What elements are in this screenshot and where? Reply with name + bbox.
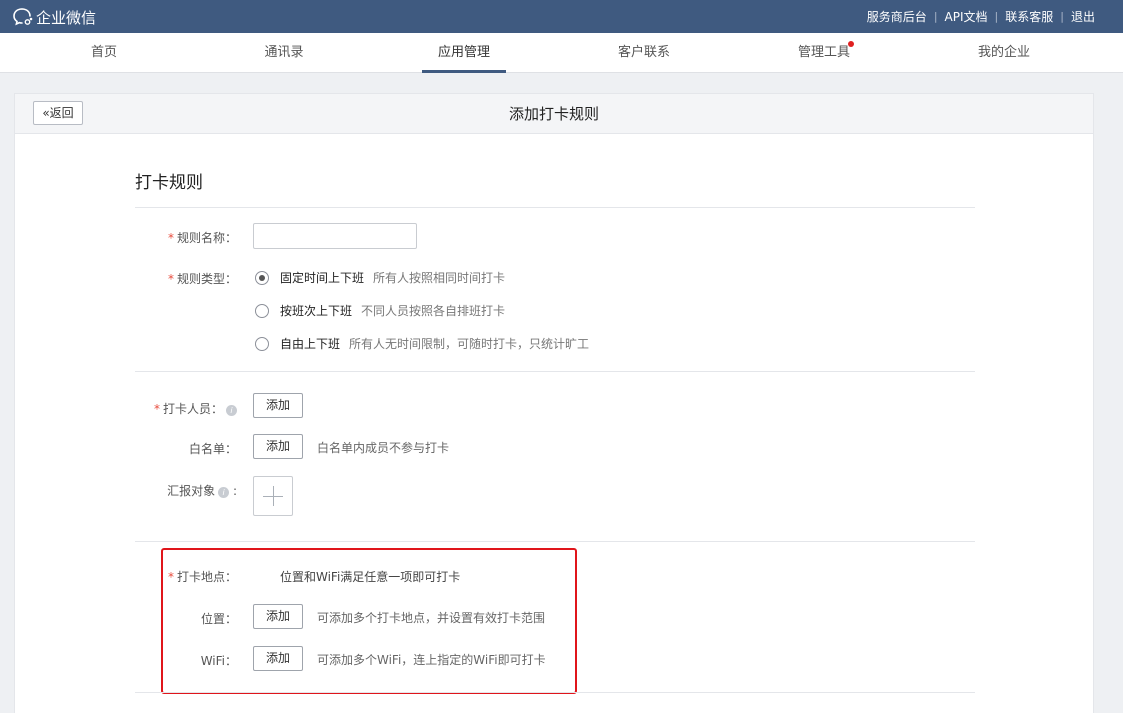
link-contact-support[interactable]: 联系客服 (1005, 8, 1053, 25)
nav-home[interactable]: 首页 (59, 33, 149, 73)
top-links: 服务商后台 | API文档 | 联系客服 | 退出 (866, 8, 1095, 25)
nav-customer-contact[interactable]: 客户联系 (599, 33, 689, 73)
whitelist-label: 白名单： (188, 442, 237, 456)
add-rule-card: «返回 添加打卡规则 打卡规则 * 规则名称： * 规则类型： 固定时间上下班 所有… (14, 93, 1094, 713)
wecom-logo-icon (13, 8, 33, 26)
radio-button[interactable] (255, 303, 269, 318)
whitelist-hint: 白名单内成员不参与打卡 (317, 441, 450, 455)
radio-fixed-time[interactable]: 固定时间上下班 所有人按照相同时间打卡 (255, 269, 505, 286)
top-bar: 企业微信 服务商后台 | API文档 | 联系客服 | 退出 (0, 0, 1123, 33)
add-report-to-button[interactable] (253, 476, 293, 516)
divider (135, 371, 975, 372)
radio-button[interactable] (255, 270, 269, 285)
radio-free-time[interactable]: 自由上下班 所有人无时间限制，可随时打卡，只统计旷工 (255, 335, 589, 352)
link-logout[interactable]: 退出 (1071, 8, 1095, 25)
rule-name-input[interactable] (253, 223, 417, 249)
highlight-box (161, 548, 577, 694)
rule-type-label: * 规则类型： (167, 272, 237, 286)
nav-management-tools-label: 管理工具 (797, 45, 850, 60)
info-icon[interactable]: i (218, 487, 230, 498)
divider (135, 541, 975, 542)
add-members-button[interactable]: 添加 (253, 393, 303, 418)
members-label: * 打卡人员： i (135, 400, 237, 417)
divider (135, 692, 975, 693)
link-vendor-console[interactable]: 服务商后台 (867, 8, 927, 25)
main-nav: 首页 通讯录 应用管理 客户联系 管理工具 我的企业 (0, 33, 1123, 73)
add-whitelist-button[interactable]: 添加 (253, 434, 303, 459)
radio-by-shift[interactable]: 按班次上下班 不同人员按照各自排班打卡 (255, 302, 505, 319)
radio-button[interactable] (255, 336, 269, 351)
nav-my-enterprise[interactable]: 我的企业 (959, 33, 1049, 73)
nav-app-management[interactable]: 应用管理 (419, 33, 509, 73)
notification-dot (848, 41, 854, 47)
report-to-label: 汇报对象 i : (167, 484, 237, 498)
link-api-docs[interactable]: API文档 (945, 8, 988, 25)
page-title: 添加打卡规则 (508, 105, 599, 123)
card-header: «返回 添加打卡规则 (15, 94, 1093, 134)
nav-management-tools[interactable]: 管理工具 (779, 33, 869, 73)
rule-name-label: * 规则名称： (167, 231, 237, 245)
info-icon[interactable]: i (226, 405, 237, 416)
section-title: 打卡规则 (135, 173, 203, 193)
nav-contacts[interactable]: 通讯录 (239, 33, 329, 73)
logo[interactable]: 企业微信 (12, 6, 96, 28)
divider (135, 207, 975, 208)
app-name: 企业微信 (36, 8, 97, 27)
